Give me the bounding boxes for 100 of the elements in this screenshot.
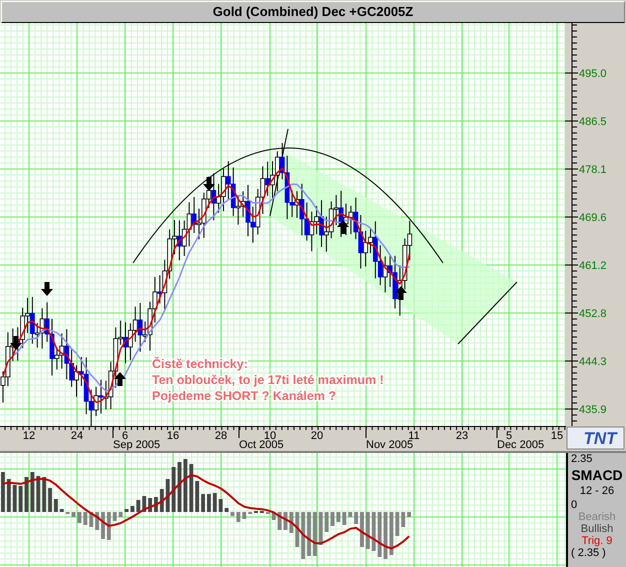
histogram-bar [72,512,76,517]
price-label: 435.9 [579,404,607,416]
histogram-bar [195,481,200,512]
legend-item: Bearish [578,511,616,523]
price-label: 486.5 [579,116,607,128]
date-label: 16 [166,430,180,442]
histogram-bar [183,459,188,512]
histogram-bar [330,512,334,526]
histogram-bar [172,467,176,512]
histogram-bar [166,479,170,512]
histogram-bar [242,512,246,519]
histogram-bar [142,496,146,512]
histogram-bar [83,512,88,525]
indicator-max: 2.35 [570,453,592,465]
histogram-bar [384,512,388,559]
price-label: 452.8 [579,308,607,320]
legend-item: Bullish [580,523,614,535]
price-label: 478.1 [579,164,607,176]
histogram-bar [401,512,406,527]
histogram-bar [60,509,64,512]
histogram-bar [230,512,234,516]
price-label: 469.6 [579,212,607,224]
histogram-bar [212,493,217,512]
histogram-bar [207,494,211,512]
date-label: 10 [264,430,276,442]
histogram-bar [378,512,382,557]
histogram-bar [12,485,17,512]
histogram-bar [278,512,282,530]
histogram-bar [106,512,111,540]
down-arrow-icon [10,336,22,350]
up-arrow-icon [337,220,349,234]
month-label: Sep 2005 [113,439,160,451]
histogram-bar [307,512,311,556]
histogram-bar [24,477,28,512]
histogram-bar [295,512,300,547]
histogram-bar [324,512,329,532]
histogram-bar [78,512,82,523]
date-label: 28 [214,430,228,442]
histogram-bar [54,499,58,512]
histogram-bar [372,512,376,551]
date-label: 5 [506,430,512,442]
trend-line [458,282,518,344]
month-label: Dec 2005 [497,439,544,451]
histogram-bar [124,509,128,512]
price-label: 444.3 [579,356,607,368]
histogram-bar [348,512,352,517]
date-label: 12 [22,430,36,442]
histogram-bar [30,472,34,512]
histogram-bar [189,464,194,512]
histogram-bar [407,512,411,517]
histogram-bar [148,498,152,512]
indicator-name: SMACD [571,467,623,483]
histogram-bar [284,512,288,530]
logo: TNT [566,426,624,450]
down-arrow-icon [203,177,215,191]
price-label: 495.0 [579,68,607,80]
histogram-bar [178,462,182,512]
histogram-bar [318,512,323,545]
histogram-bar [354,512,358,524]
histogram-bar [360,512,364,547]
histogram-bar [42,477,46,512]
down-arrow-icon [41,282,53,296]
date-label: 6 [122,430,128,442]
indicator-reading: ( 2.35 ) [570,547,606,559]
histogram-bar [112,512,117,521]
histogram-bar [130,506,134,512]
zero-label: 0 [570,499,578,511]
histogram-bar [224,508,229,512]
date-label: 20 [310,430,324,442]
histogram-bar [36,476,40,512]
histogram-bar [6,479,11,512]
histogram-bar [272,512,276,520]
histogram-bar [95,512,100,530]
histogram-bar [389,512,394,555]
date-label: 15 [550,430,564,442]
histogram-bar [301,512,306,559]
histogram-bar [201,494,205,512]
histogram-bar [160,489,164,512]
chart-title: Gold (Combined) Dec +GC2005Z [1,1,625,23]
date-label: 24 [70,430,84,442]
histogram-bar [336,512,340,522]
histogram-bar [48,488,52,512]
price-label: 461.2 [579,260,607,272]
histogram-bar [342,512,346,525]
histogram-bar [154,497,158,512]
date-label: 23 [456,430,468,442]
up-arrow-icon [395,286,407,300]
histogram-bar [289,512,294,533]
histogram-bar [89,512,94,527]
histogram-bar [395,512,400,536]
month-label: Oct 2005 [239,439,284,451]
indicator-params: 12 - 26 [580,485,614,497]
histogram-bar [1,472,5,512]
up-arrow-icon [114,372,126,386]
histogram-bar [101,512,105,539]
histogram-bar [218,499,223,512]
histogram-bar [136,500,140,512]
histogram-bar [366,512,370,549]
month-label: Nov 2005 [366,439,414,451]
histogram-bar [236,512,240,522]
